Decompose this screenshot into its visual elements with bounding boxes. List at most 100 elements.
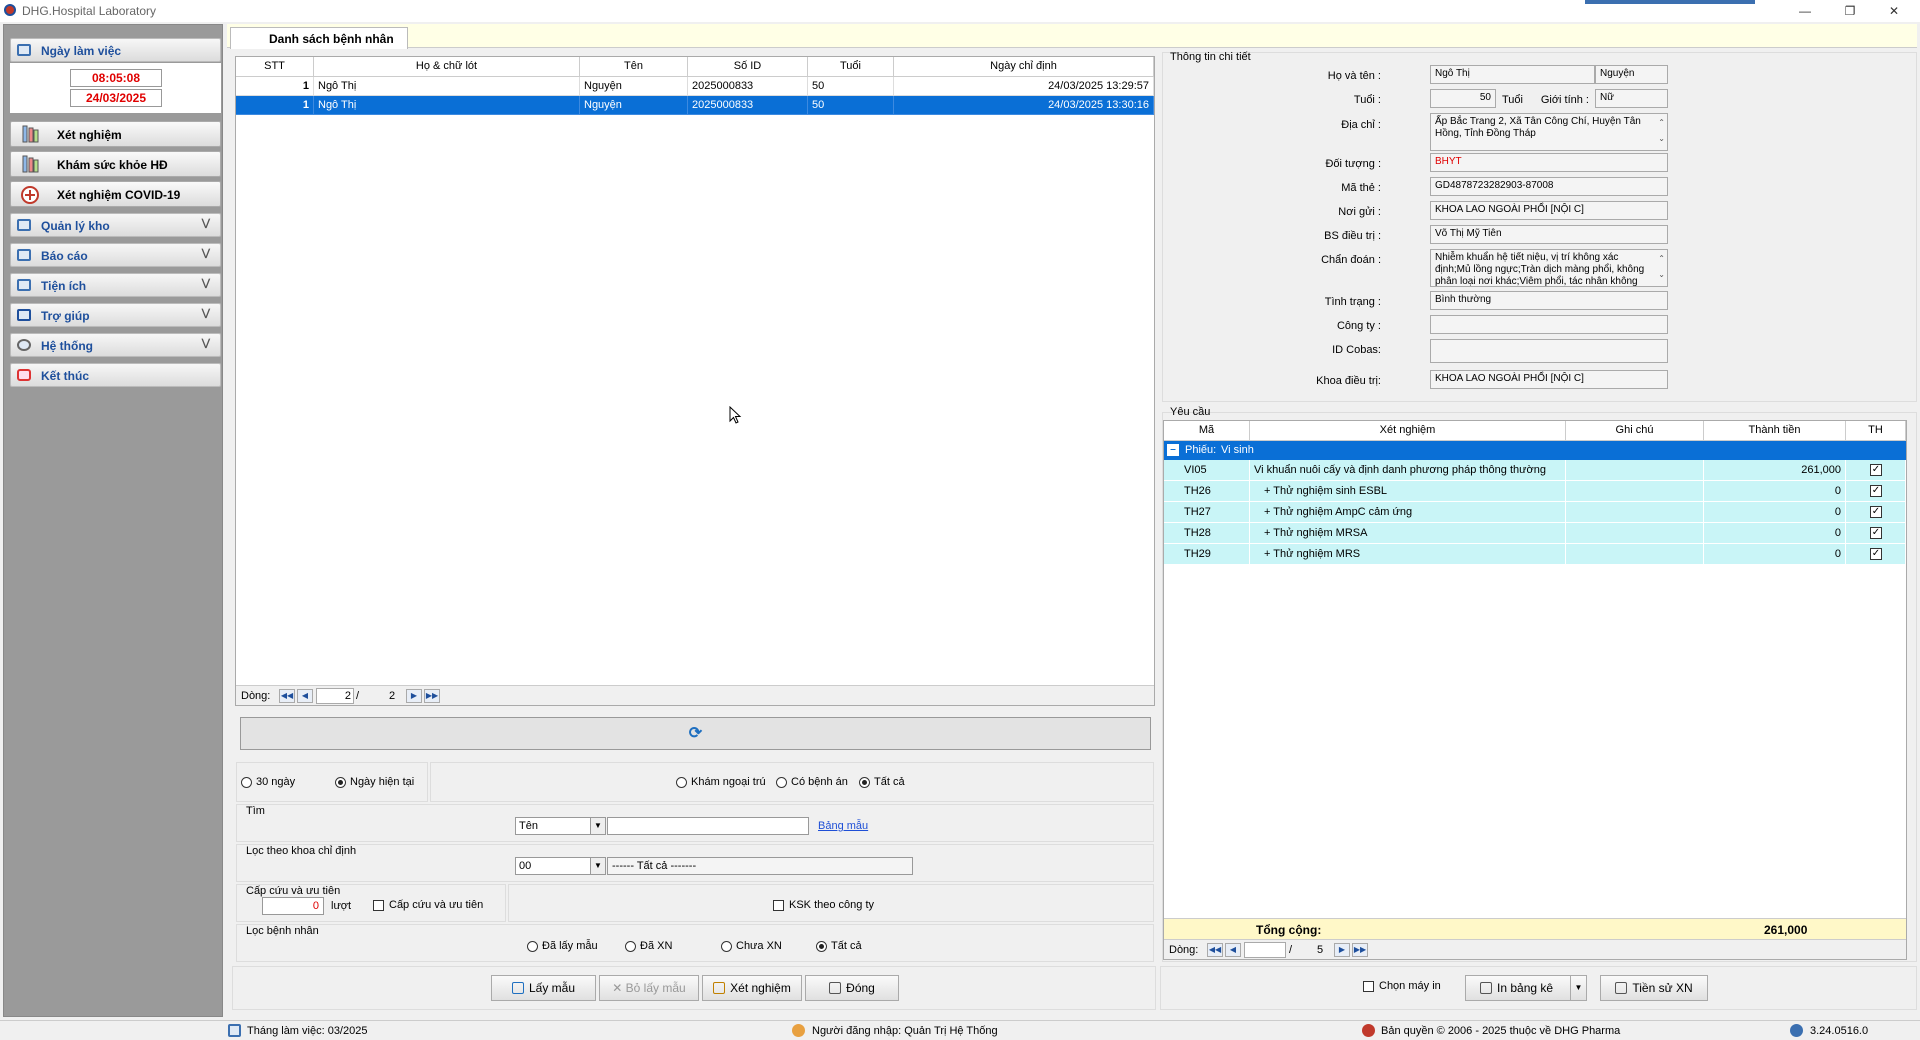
column-header[interactable]: Xét nghiệm — [1250, 421, 1566, 441]
refresh-button[interactable]: ⟳ — [240, 717, 1151, 750]
checkbox-label: KSK theo công ty — [789, 899, 874, 911]
radio-tested[interactable] — [625, 941, 636, 952]
next-page-icon[interactable]: ▶ — [1334, 943, 1350, 957]
exit-icon — [829, 982, 842, 994]
chevron-down-icon: ⋁ — [201, 248, 210, 259]
sidebar-menu-bao-cao[interactable]: Báo cáo ⋁ — [10, 243, 221, 267]
group-row[interactable]: – Phiếu: Vi sinh — [1164, 441, 1906, 460]
printer-icon — [1480, 982, 1492, 994]
sidebar-item-xet-nghiem[interactable]: Xét nghiệm — [10, 121, 221, 147]
history-button[interactable]: Tiền sử XN — [1600, 975, 1708, 1001]
cell-th: ✓ — [1846, 544, 1906, 565]
cell-test-name: + Thử nghiệm MRS — [1250, 544, 1566, 565]
take-sample-button[interactable]: Lấy mẫu — [491, 975, 596, 1001]
checkbox-checked-icon[interactable]: ✓ — [1870, 506, 1882, 518]
column-header[interactable]: Tuổi — [808, 57, 894, 77]
clock-date: 24/03/2025 — [70, 89, 162, 107]
workday-header: Ngày làm việc — [10, 38, 221, 62]
sidebar-menu-tien-ich[interactable]: Tiện ích ⋁ — [10, 273, 221, 297]
sidebar-item-covid[interactable]: Xét nghiệm COVID-19 — [10, 181, 221, 207]
label-address: Địa chỉ : — [1341, 119, 1381, 131]
next-page-icon[interactable]: ▶ — [406, 689, 422, 703]
collapse-icon[interactable]: – — [1167, 444, 1179, 456]
radio-label: Ngày hiện tại — [350, 776, 415, 788]
sidebar-menu-tro-giup[interactable]: Trợ giúp ⋁ — [10, 303, 221, 327]
workday-label: Ngày làm việc — [41, 44, 122, 58]
sidebar-item-ket-thuc[interactable]: Kết thúc — [10, 363, 221, 387]
radio-type-all[interactable] — [859, 777, 870, 788]
priority-checkbox[interactable] — [373, 900, 384, 911]
radio-outpatient[interactable] — [676, 777, 687, 788]
scroll-arrows-icon[interactable]: ⌃ ⌄ — [1658, 115, 1665, 147]
page-input[interactable] — [1244, 942, 1286, 958]
checkbox-checked-icon[interactable]: ✓ — [1870, 527, 1882, 539]
column-header[interactable]: TH — [1846, 421, 1906, 441]
patient-type-panel: Khám ngoại trú Có bệnh án Tất cả — [430, 762, 1154, 802]
search-field-select[interactable]: Tên ▼ — [515, 817, 606, 835]
prev-page-icon[interactable]: ◀ — [1225, 943, 1241, 957]
prev-page-icon[interactable]: ◀ — [297, 689, 313, 703]
radio-record[interactable] — [776, 777, 787, 788]
first-page-icon[interactable]: ◀◀ — [1207, 943, 1223, 957]
column-header[interactable]: Họ & chữ lót — [314, 57, 580, 77]
table-row-selected[interactable]: 1 Ngô Thị Nguyện 2025000833 50 24/03/202… — [236, 96, 1154, 115]
radio-untested[interactable] — [721, 941, 732, 952]
chevron-down-icon: ▼ — [590, 858, 605, 874]
column-header[interactable]: Thành tiền — [1704, 421, 1846, 441]
checkbox-checked-icon[interactable]: ✓ — [1870, 464, 1882, 476]
chevron-down-icon: ⋁ — [201, 308, 210, 319]
request-row[interactable]: TH29 + Thử nghiệm MRS 0 ✓ — [1164, 544, 1906, 565]
field-company — [1430, 315, 1668, 334]
radio-today[interactable] — [335, 777, 346, 788]
clock-time: 08:05:08 — [70, 69, 162, 87]
cross-icon: ✕ — [612, 981, 626, 995]
table-row[interactable]: 1 Ngô Thị Nguyện 2025000833 50 24/03/202… — [236, 77, 1154, 96]
cancel-sample-button[interactable]: ✕ Bỏ lấy mẫu — [599, 975, 699, 1001]
sidebar-menu-quan-ly-kho[interactable]: Quản lý kho ⋁ — [10, 213, 221, 237]
close-button[interactable]: Đóng — [805, 975, 899, 1001]
request-row[interactable]: TH27 + Thử nghiệm AmpC cảm ứng 0 ✓ — [1164, 502, 1906, 523]
first-page-icon[interactable]: ◀◀ — [279, 689, 295, 703]
sidebar-item-kham-suc-khoe[interactable]: Khám sức khỏe HĐ — [10, 151, 221, 177]
sample-table-link[interactable]: Bảng mẫu — [818, 820, 868, 832]
request-row[interactable]: VI05 Vi khuẩn nuôi cấy và định danh phươ… — [1164, 460, 1906, 481]
column-header[interactable]: Ngày chỉ định — [894, 57, 1154, 77]
request-row[interactable]: TH28 + Thử nghiệm MRSA 0 ✓ — [1164, 523, 1906, 544]
tab-patient-list[interactable]: Danh sách bệnh nhân — [230, 27, 408, 49]
column-header[interactable]: Mã — [1164, 421, 1250, 441]
calendar-icon — [17, 44, 31, 56]
column-header[interactable]: Số ID — [688, 57, 808, 77]
choose-printer-checkbox[interactable] — [1363, 981, 1374, 992]
company-logo-icon — [1362, 1024, 1375, 1037]
radio-status-all[interactable] — [816, 941, 827, 952]
checkbox-checked-icon[interactable]: ✓ — [1870, 548, 1882, 560]
close-window-button[interactable]: ✕ — [1874, 2, 1914, 20]
scroll-arrows-icon[interactable]: ⌃ ⌄ — [1658, 251, 1665, 283]
cell-stt: 1 — [236, 96, 314, 115]
checkbox-checked-icon[interactable]: ✓ — [1870, 485, 1882, 497]
dept-code-select[interactable]: 00 ▼ — [515, 857, 606, 875]
radio-label: Tất cả — [874, 776, 905, 788]
request-row[interactable]: TH26 + Thử nghiệm sinh ESBL 0 ✓ — [1164, 481, 1906, 502]
last-page-icon[interactable]: ▶▶ — [424, 689, 440, 703]
chevron-down-icon[interactable]: ▼ — [1570, 976, 1586, 1000]
print-table-button[interactable]: In bảng kê ▼ — [1465, 975, 1587, 1001]
cell-code: TH28 — [1164, 523, 1250, 544]
page-input[interactable]: 2 — [316, 688, 354, 704]
radio-30-days[interactable] — [241, 777, 252, 788]
restore-button[interactable]: ❐ — [1830, 2, 1870, 20]
sidebar-menu-he-thong[interactable]: Hệ thống ⋁ — [10, 333, 221, 357]
column-header[interactable]: Ghi chú — [1566, 421, 1704, 441]
search-input[interactable] — [607, 817, 809, 835]
last-page-icon[interactable]: ▶▶ — [1352, 943, 1368, 957]
minimize-button[interactable]: — — [1785, 2, 1825, 20]
lab-flask-icon — [22, 155, 39, 173]
column-header[interactable]: STT — [236, 57, 314, 77]
ksk-checkbox[interactable] — [773, 900, 784, 911]
test-button[interactable]: Xét nghiệm — [702, 975, 802, 1001]
cell-price: 0 — [1704, 481, 1846, 502]
radio-sampled[interactable] — [527, 941, 538, 952]
status-filter-title: Lọc bệnh nhân — [246, 925, 319, 937]
gear-icon — [17, 339, 31, 351]
column-header[interactable]: Tên — [580, 57, 688, 77]
